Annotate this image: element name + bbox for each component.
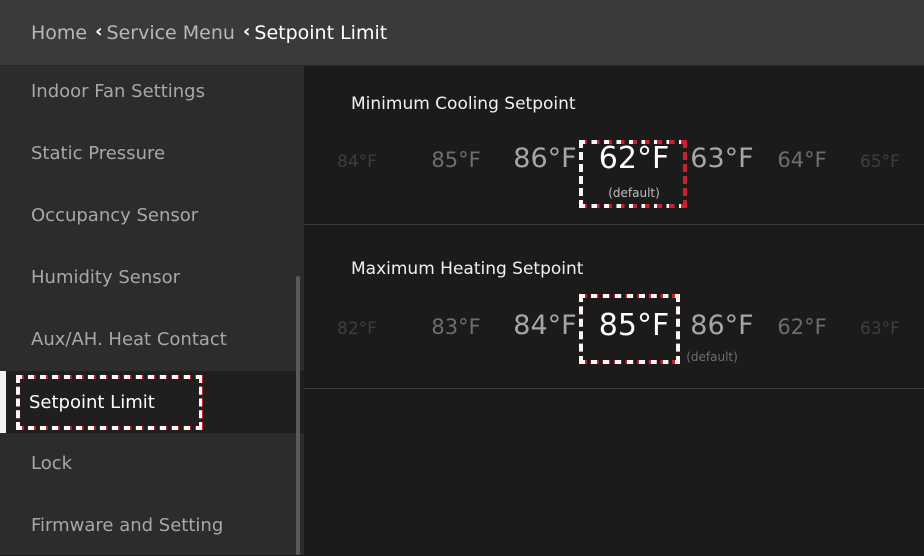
selection-indicator	[0, 371, 6, 433]
heating-option[interactable]: 86°F	[690, 310, 753, 341]
chevron-left-icon: ‹	[95, 21, 103, 42]
sidebar-item-static-pressure[interactable]: Static Pressure	[0, 122, 304, 184]
sidebar: Indoor Fan Settings Static Pressure Occu…	[0, 66, 304, 555]
sidebar-item-label: Aux/AH. Heat Contact	[31, 328, 227, 350]
sidebar-item-label: Firmware and Setting	[31, 514, 224, 536]
sidebar-item-label: Lock	[31, 452, 73, 474]
sidebar-item-setpoint-limit[interactable]: Setpoint Limit	[0, 371, 304, 433]
heating-option[interactable]: 62°F	[777, 315, 826, 339]
sidebar-item-aux-ah-heat-contact[interactable]: Aux/AH. Heat Contact	[0, 308, 304, 370]
sidebar-item-label: Humidity Sensor	[31, 266, 181, 288]
highlight-box	[579, 294, 680, 364]
cooling-option[interactable]: 86°F	[513, 143, 576, 174]
heating-option[interactable]: 63°F	[860, 319, 900, 339]
sidebar-item-label: Setpoint Limit	[29, 391, 155, 413]
sidebar-item-humidity-sensor[interactable]: Humidity Sensor	[0, 246, 304, 308]
heating-option[interactable]: 82°F	[337, 319, 377, 339]
sidebar-item-label: Occupancy Sensor	[31, 204, 199, 226]
heating-default-label: (default)	[686, 350, 738, 364]
heating-option[interactable]: 83°F	[431, 315, 480, 339]
sidebar-item-firmware-and-setting[interactable]: Firmware and Setting	[0, 494, 304, 556]
main-panel: Minimum Cooling Setpoint 84°F 85°F 86°F …	[304, 66, 924, 555]
sidebar-item-indoor-fan-settings[interactable]: Indoor Fan Settings	[0, 60, 304, 122]
breadcrumb-current: Setpoint Limit	[254, 21, 388, 44]
sidebar-item-lock[interactable]: Lock	[0, 432, 304, 494]
sidebar-item-label: Static Pressure	[31, 142, 166, 164]
cooling-option[interactable]: 63°F	[690, 143, 753, 174]
sidebar-item-label: Indoor Fan Settings	[31, 80, 205, 102]
cooling-option[interactable]: 84°F	[337, 152, 377, 172]
section-divider	[304, 388, 924, 389]
cooling-option[interactable]: 64°F	[777, 148, 826, 172]
cooling-section-title: Minimum Cooling Setpoint	[351, 94, 576, 114]
breadcrumb-home[interactable]: Home	[31, 22, 87, 44]
sidebar-item-occupancy-sensor[interactable]: Occupancy Sensor	[0, 184, 304, 246]
cooling-option[interactable]: 85°F	[431, 148, 480, 172]
heating-section-title: Maximum Heating Setpoint	[351, 259, 584, 279]
breadcrumb-service-menu[interactable]: Service Menu	[107, 22, 235, 44]
sidebar-scrollbar[interactable]	[296, 276, 300, 555]
section-divider	[304, 224, 924, 225]
highlight-box	[579, 140, 687, 208]
breadcrumb: Home ‹ Service Menu ‹ Setpoint Limit	[0, 0, 924, 66]
chevron-left-icon: ‹	[242, 21, 251, 42]
cooling-option[interactable]: 65°F	[860, 152, 900, 172]
heating-option[interactable]: 84°F	[513, 310, 576, 341]
